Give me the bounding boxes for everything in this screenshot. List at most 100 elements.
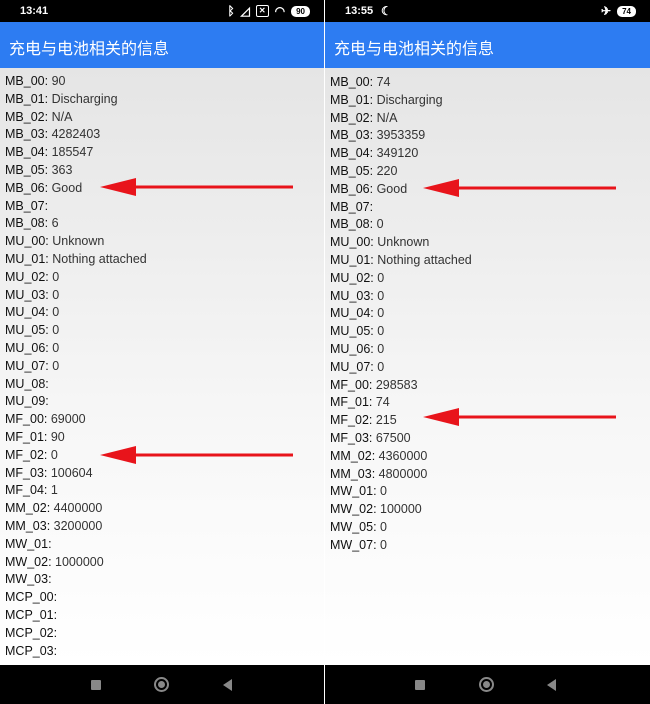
info-key: MB_08: [330, 217, 370, 232]
separator: :: [368, 377, 376, 392]
left-screenshot: 13:41 ᛒ ◿ ✕ ◠ 90 充电与电池相关的信息 MCP_03: MCP_…: [0, 0, 324, 704]
info-key: MU_06: [330, 342, 371, 356]
info-row: MB_05: 220: [330, 162, 397, 180]
info-value: 74: [375, 395, 390, 410]
info-row: MM_03: 4800000: [330, 465, 427, 483]
separator: :: [46, 501, 54, 516]
moon-icon: ☾: [381, 4, 392, 18]
info-key: MF_01: [5, 430, 44, 444]
info-key: MM_02: [330, 448, 372, 463]
info-key: MB_01: [330, 92, 370, 107]
info-value: 4282403: [51, 127, 101, 142]
info-row: MW_01: 0: [330, 482, 387, 500]
info-row: MCP_01:: [5, 606, 57, 624]
info-key: MB_02: [330, 110, 370, 125]
info-row: MW_05: 0: [330, 518, 387, 536]
back-button[interactable]: [547, 679, 556, 691]
info-value: 90: [51, 74, 66, 88]
info-value: 0: [52, 305, 60, 320]
info-row: MU_00: Unknown: [5, 232, 104, 250]
info-key: MF_02: [330, 413, 369, 428]
info-row: MU_00: Unknown: [330, 233, 429, 251]
info-value: 4800000: [378, 466, 428, 481]
info-key: MB_08: [5, 216, 45, 231]
info-value: Nothing attached: [52, 252, 147, 266]
airplane-icon: ✈: [601, 4, 612, 18]
info-key: MU_02: [5, 269, 46, 284]
info-value: 0: [50, 447, 58, 462]
separator: :: [44, 180, 52, 195]
info-row: MW_02: 1000000: [5, 553, 104, 571]
info-value: 0: [376, 217, 384, 232]
separator: :: [43, 430, 51, 444]
info-value: 100000: [380, 502, 422, 517]
info-row: MW_07: 0: [330, 536, 387, 554]
info-value: 0: [380, 520, 387, 534]
status-bar: 13:55 ☾ ✈ 74: [325, 0, 650, 22]
info-row: MU_03: 0: [5, 286, 59, 304]
separator: :: [53, 590, 58, 605]
navigation-bar: [325, 665, 650, 704]
battery-icon: 90: [291, 5, 310, 17]
info-value: N/A: [376, 110, 398, 125]
info-row: MB_03: 3953359: [330, 126, 425, 144]
info-value: 3200000: [53, 519, 103, 533]
info-key: MU_08: [5, 376, 46, 391]
info-key: MF_01: [330, 395, 369, 410]
info-row: MB_04: 349120: [330, 144, 418, 162]
info-key: MCP_02: [5, 625, 54, 640]
recents-button[interactable]: [91, 680, 101, 690]
info-row: MU_09:: [5, 392, 49, 410]
back-button[interactable]: [223, 679, 232, 691]
separator: :: [45, 376, 49, 391]
info-value: Good: [51, 180, 83, 195]
separator: :: [44, 163, 52, 177]
battery-icon: 74: [617, 5, 636, 17]
home-button[interactable]: [479, 677, 494, 692]
info-value: 349120: [376, 146, 419, 161]
info-row: MU_03: 0: [330, 287, 384, 305]
info-key: MB_03: [330, 128, 370, 143]
info-key: MU_00: [5, 234, 46, 249]
wifi-icon: ◠: [274, 4, 286, 18]
info-value: 90: [50, 430, 65, 444]
info-key: MM_02: [5, 501, 47, 516]
home-button[interactable]: [154, 677, 169, 692]
separator: :: [48, 572, 52, 587]
status-icons: ᛒ ◿ ✕ ◠ 90: [227, 3, 310, 19]
info-row: MU_08:: [5, 375, 49, 393]
info-row: MU_04: 0: [330, 304, 384, 322]
info-key: MU_09: [5, 394, 46, 409]
info-key: MU_05: [330, 324, 371, 339]
info-row: MF_04: 1: [5, 481, 58, 499]
info-key: MB_07: [330, 199, 370, 214]
info-value: 0: [380, 484, 387, 499]
info-key: MW_01: [330, 484, 374, 499]
info-row: MU_06: 0: [330, 340, 384, 358]
info-key: MB_04: [5, 145, 45, 160]
info-key: MCP_00: [5, 590, 54, 605]
info-row: MF_00: 69000: [5, 410, 86, 428]
info-row: MB_01: Discharging: [330, 91, 443, 109]
info-row: MF_02: 0: [5, 446, 58, 464]
separator: :: [53, 643, 58, 658]
recents-button[interactable]: [415, 680, 425, 690]
info-key: MB_00: [5, 74, 45, 88]
status-icons: ✈ 74: [601, 3, 636, 19]
separator: :: [53, 625, 58, 640]
info-row: MU_02: 0: [5, 268, 59, 286]
info-key: MB_05: [5, 163, 45, 177]
separator: :: [43, 465, 51, 480]
separator: :: [44, 109, 52, 124]
info-row: MB_08: 6: [5, 214, 59, 232]
info-key: MU_02: [330, 270, 371, 285]
separator: :: [48, 536, 52, 551]
separator: :: [369, 181, 377, 196]
red-arrow-annotation: [423, 179, 616, 197]
info-key: MU_04: [5, 305, 46, 320]
info-key: MW_05: [330, 520, 374, 534]
info-key: MCP_01: [5, 608, 54, 622]
info-value: 1000000: [55, 554, 104, 569]
info-row: MB_02: N/A: [5, 108, 72, 126]
info-key: MU_03: [5, 287, 46, 302]
